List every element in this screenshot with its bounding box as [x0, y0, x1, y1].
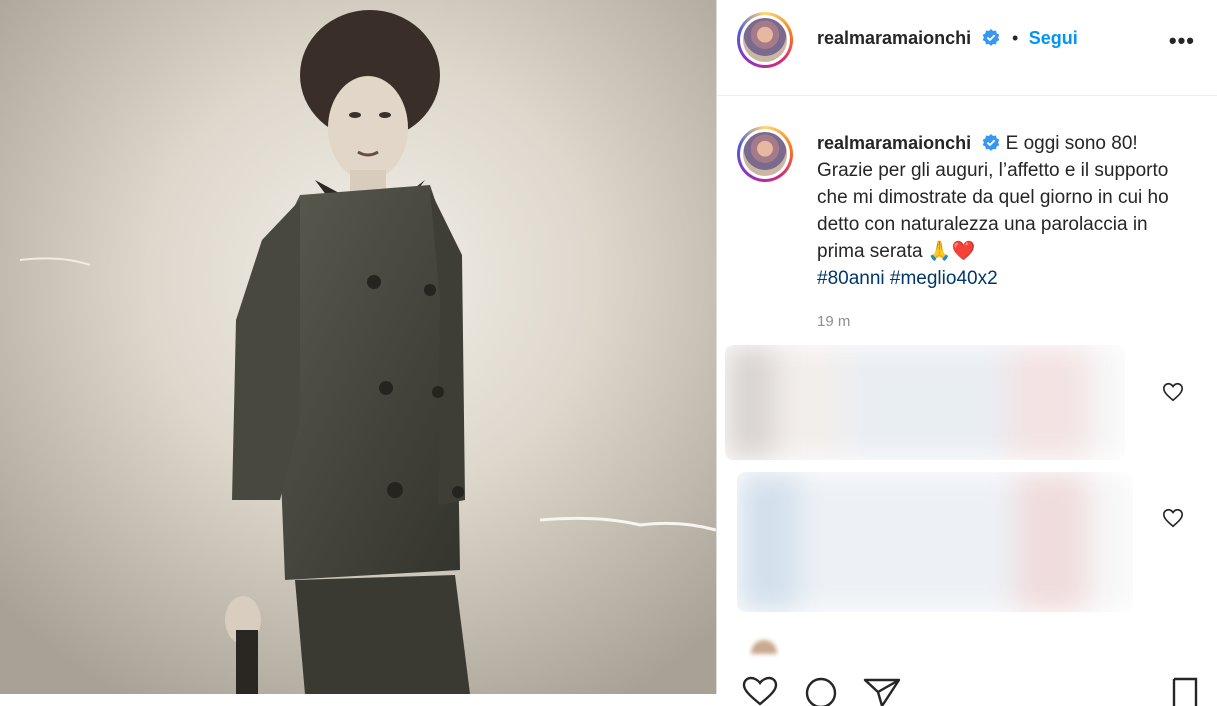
post-timestamp: 19 m: [817, 313, 851, 330]
follow-button[interactable]: Segui: [1029, 28, 1078, 48]
more-options-icon[interactable]: •••: [1169, 28, 1195, 54]
hashtag-link[interactable]: #80anni: [817, 268, 885, 289]
post-header: realmaramaionchi • Segui •••: [717, 0, 1217, 96]
avatar-image: [743, 18, 787, 62]
like-icon[interactable]: [741, 676, 779, 706]
comment-avatar: [751, 640, 777, 654]
avatar-image: [743, 132, 787, 176]
comment-icon[interactable]: [803, 676, 839, 706]
header-avatar[interactable]: [737, 12, 793, 68]
heart-icon[interactable]: [1162, 507, 1184, 529]
caption-avatar[interactable]: [737, 126, 793, 182]
comment-item: [725, 345, 1125, 460]
verified-badge-icon: [983, 134, 1000, 151]
hashtag-link[interactable]: #meglio40x2: [890, 268, 998, 289]
verified-badge-icon: [982, 29, 999, 46]
comment-item: [737, 472, 1133, 612]
post-caption: realmaramaionchi E oggi sono 80! Grazie …: [817, 130, 1187, 292]
post-sidebar: realmaramaionchi • Segui ••• realmaramai…: [717, 0, 1217, 706]
header-separator: •: [1011, 28, 1019, 48]
action-bar: [717, 672, 1217, 706]
header-username[interactable]: realmaramaionchi: [817, 28, 971, 48]
vintage-portrait-image: [0, 0, 716, 694]
post-photo[interactable]: [0, 0, 716, 694]
share-icon[interactable]: [862, 676, 902, 706]
caption-username[interactable]: realmaramaionchi: [817, 133, 971, 153]
heart-icon[interactable]: [1162, 381, 1184, 403]
bookmark-icon[interactable]: [1170, 676, 1200, 706]
